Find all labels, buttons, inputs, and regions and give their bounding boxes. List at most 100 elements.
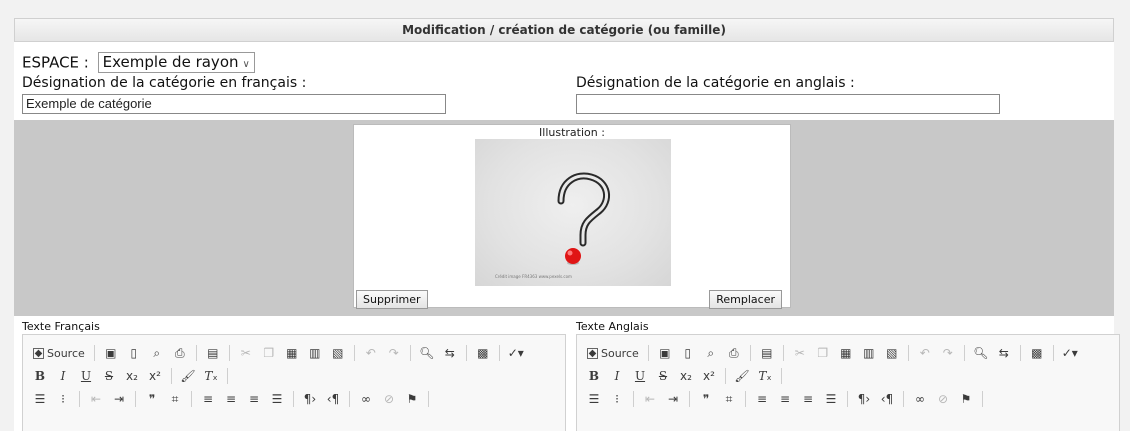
espace-row: ESPACE : Exemple de rayon ∨ (22, 52, 255, 73)
copy-format-icon[interactable]: 🖌︎ (733, 367, 751, 385)
toolbar-separator (353, 345, 355, 361)
spellcheck-icon[interactable]: ✓▾ (507, 344, 525, 362)
designation-fr-input[interactable]: Exemple de catégorie (22, 94, 446, 114)
new-page-icon[interactable]: ▯ (679, 344, 697, 362)
print-icon[interactable]: ⎙ (171, 344, 189, 362)
new-page-icon[interactable]: ▯ (125, 344, 143, 362)
paste-icon[interactable]: ▦ (283, 344, 301, 362)
save-icon[interactable]: ▣ (102, 344, 120, 362)
source-button[interactable]: ◆ Source (31, 344, 87, 362)
subscript-icon[interactable]: x₂ (123, 367, 141, 385)
bold-icon[interactable]: B (31, 367, 49, 385)
unlink-icon[interactable]: ⊘ (934, 390, 952, 408)
select-all-icon[interactable]: ▩ (474, 344, 492, 362)
div-icon[interactable]: ⌗ (166, 390, 184, 408)
div-icon[interactable]: ⌗ (720, 390, 738, 408)
indent-icon[interactable]: ⇥ (664, 390, 682, 408)
numbered-list-icon[interactable]: ☰ (585, 390, 603, 408)
replace-image-button[interactable]: Remplacer (709, 290, 782, 309)
align-left-icon[interactable]: ≡ (199, 390, 217, 408)
copy-icon[interactable]: ❐ (814, 344, 832, 362)
outdent-icon[interactable]: ⇤ (641, 390, 659, 408)
remove-format-icon[interactable]: Tₓ (202, 367, 220, 385)
redo-icon[interactable]: ↷ (385, 344, 403, 362)
cut-icon[interactable]: ✂ (791, 344, 809, 362)
rtl-icon[interactable]: ‹¶ (324, 390, 342, 408)
ltr-icon[interactable]: ¶› (855, 390, 873, 408)
align-right-icon[interactable]: ≡ (245, 390, 263, 408)
unlink-icon[interactable]: ⊘ (380, 390, 398, 408)
toolbar-separator (228, 345, 230, 361)
numbered-list-icon[interactable]: ☰ (31, 390, 49, 408)
underline-icon[interactable]: U (77, 367, 95, 385)
bulleted-list-icon[interactable]: ⁝ (608, 390, 626, 408)
paste-text-icon[interactable]: ▥ (306, 344, 324, 362)
italic-icon[interactable]: I (608, 367, 626, 385)
illustration-box: Illustration : Crédit image FR4363 www.p… (353, 124, 791, 309)
toolbar-row-2: B I U S x₂ x² 🖌︎ Tₓ (31, 365, 235, 387)
toolbar-separator (349, 391, 350, 407)
undo-icon[interactable]: ↶ (916, 344, 934, 362)
superscript-icon[interactable]: x² (700, 367, 718, 385)
italic-icon[interactable]: I (54, 367, 72, 385)
replace-icon[interactable]: ⇆ (441, 344, 459, 362)
editor-fr-label: Texte Français (22, 320, 100, 333)
paste-text-icon[interactable]: ▥ (860, 344, 878, 362)
strike-icon[interactable]: S (654, 367, 672, 385)
find-icon[interactable]: 🔍︎ (418, 344, 436, 362)
align-right-icon[interactable]: ≡ (799, 390, 817, 408)
strike-icon[interactable]: S (100, 367, 118, 385)
editor-fr: ◆ Source ▣ ▯ ⌕ ⎙ ▤ ✂ ❐ ▦ ▥ ▧ ↶ ↷ 🔍︎ ⇆ ▩ ✓… (22, 334, 566, 431)
anchor-icon[interactable]: ⚑ (957, 390, 975, 408)
indent-icon[interactable]: ⇥ (110, 390, 128, 408)
paste-icon[interactable]: ▦ (837, 344, 855, 362)
cut-icon[interactable]: ✂ (237, 344, 255, 362)
align-center-icon[interactable]: ≡ (222, 390, 240, 408)
ltr-icon[interactable]: ¶› (301, 390, 319, 408)
outdent-icon[interactable]: ⇤ (87, 390, 105, 408)
superscript-icon[interactable]: x² (146, 367, 164, 385)
blockquote-icon[interactable]: ❞ (143, 390, 161, 408)
designation-en-input[interactable] (576, 94, 1000, 114)
link-icon[interactable]: ∞ (911, 390, 929, 408)
copy-format-icon[interactable]: 🖌︎ (179, 367, 197, 385)
templates-icon[interactable]: ▤ (204, 344, 222, 362)
preview-icon[interactable]: ⌕ (148, 344, 166, 362)
toolbar-separator (725, 368, 726, 384)
find-icon[interactable]: 🔍︎ (972, 344, 990, 362)
source-icon: ◆ (33, 347, 44, 359)
subscript-icon[interactable]: x₂ (677, 367, 695, 385)
justify-icon[interactable]: ☰ (822, 390, 840, 408)
replace-icon[interactable]: ⇆ (995, 344, 1013, 362)
print-icon[interactable]: ⎙ (725, 344, 743, 362)
page-title: Modification / création de catégorie (ou… (14, 18, 1114, 42)
select-all-icon[interactable]: ▩ (1028, 344, 1046, 362)
toolbar-separator (782, 345, 784, 361)
bulleted-list-icon[interactable]: ⁝ (54, 390, 72, 408)
link-icon[interactable]: ∞ (357, 390, 375, 408)
bold-icon[interactable]: B (585, 367, 603, 385)
preview-icon[interactable]: ⌕ (702, 344, 720, 362)
toolbar-separator (633, 391, 634, 407)
rtl-icon[interactable]: ‹¶ (878, 390, 896, 408)
align-center-icon[interactable]: ≡ (776, 390, 794, 408)
paste-word-icon[interactable]: ▧ (883, 344, 901, 362)
undo-icon[interactable]: ↶ (362, 344, 380, 362)
delete-image-button[interactable]: Supprimer (356, 290, 428, 309)
remove-format-icon[interactable]: Tₓ (756, 367, 774, 385)
justify-icon[interactable]: ☰ (268, 390, 286, 408)
toolbar-separator (847, 391, 848, 407)
spellcheck-icon[interactable]: ✓▾ (1061, 344, 1079, 362)
templates-icon[interactable]: ▤ (758, 344, 776, 362)
save-icon[interactable]: ▣ (656, 344, 674, 362)
anchor-icon[interactable]: ⚑ (403, 390, 421, 408)
espace-select[interactable]: Exemple de rayon ∨ (97, 52, 255, 73)
source-button[interactable]: ◆ Source (585, 344, 641, 362)
blockquote-icon[interactable]: ❞ (697, 390, 715, 408)
toolbar-separator (171, 368, 172, 384)
align-left-icon[interactable]: ≡ (753, 390, 771, 408)
underline-icon[interactable]: U (631, 367, 649, 385)
paste-word-icon[interactable]: ▧ (329, 344, 347, 362)
redo-icon[interactable]: ↷ (939, 344, 957, 362)
copy-icon[interactable]: ❐ (260, 344, 278, 362)
